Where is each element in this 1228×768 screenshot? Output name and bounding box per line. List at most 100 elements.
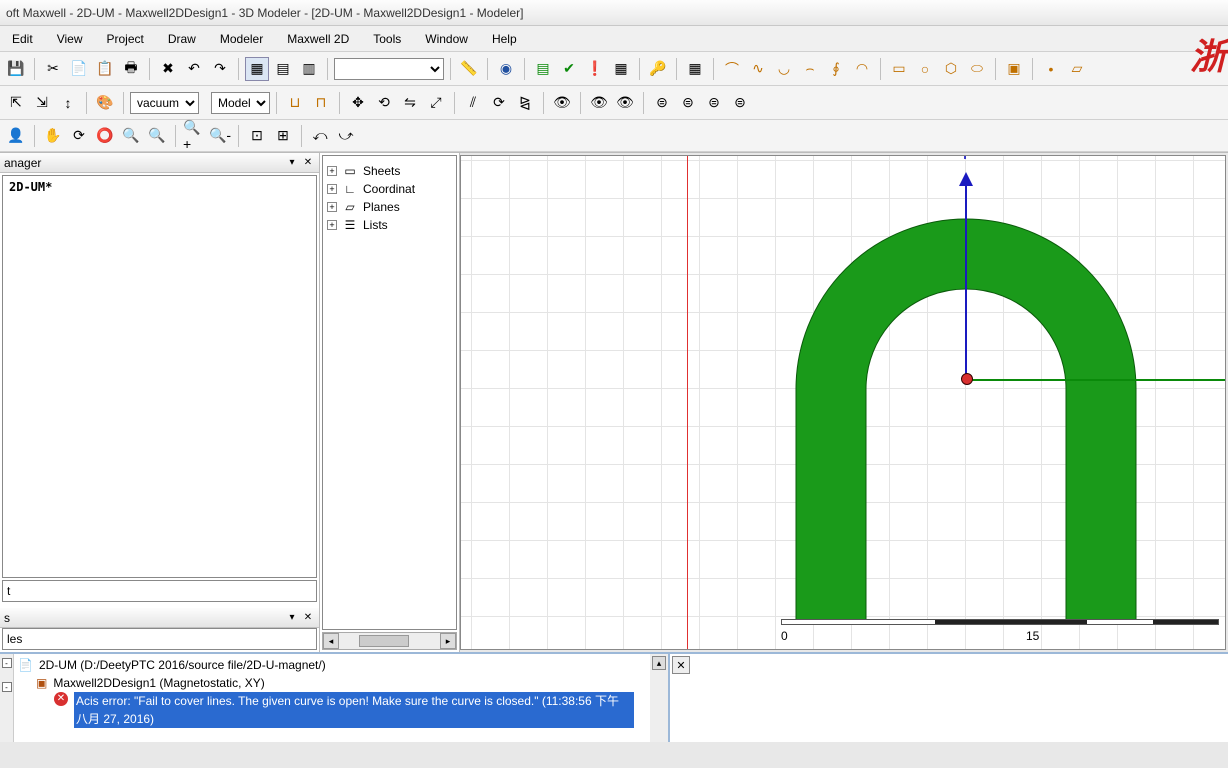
box-button[interactable]: ▣ bbox=[1002, 57, 1026, 81]
delete-button[interactable]: ✖ bbox=[156, 57, 180, 81]
check-button[interactable]: ✔ bbox=[557, 57, 581, 81]
origin-point[interactable] bbox=[961, 373, 973, 385]
mirror-button[interactable]: ⇋ bbox=[398, 91, 422, 115]
dup-move-button[interactable]: ⫽ bbox=[461, 91, 485, 115]
zoom-ext-button[interactable]: 🔍 bbox=[145, 124, 169, 148]
unite-button[interactable]: ⊔ bbox=[283, 91, 307, 115]
view-eye1-button[interactable]: 👁 bbox=[587, 91, 611, 115]
polygon-button[interactable]: ⬡ bbox=[939, 57, 963, 81]
group-b1-button[interactable]: ⇱ bbox=[4, 91, 28, 115]
point-button[interactable]: • bbox=[1039, 57, 1063, 81]
move-button[interactable]: ✥ bbox=[346, 91, 370, 115]
tree-node-coordinate[interactable]: + ∟ Coordinat bbox=[327, 180, 452, 198]
next-view-button[interactable]: ⤻ bbox=[334, 124, 358, 148]
tree-node-lists[interactable]: + ☰ Lists bbox=[327, 216, 452, 234]
expand-icon[interactable]: + bbox=[327, 202, 337, 212]
panel-close-icon[interactable]: ✕ bbox=[301, 611, 315, 625]
arc4-button[interactable]: ⌢ bbox=[798, 57, 822, 81]
menu-edit[interactable]: Edit bbox=[0, 28, 45, 50]
expand-icon[interactable]: + bbox=[327, 166, 337, 176]
scroll-thumb[interactable] bbox=[359, 635, 409, 647]
save-button[interactable]: 💾 bbox=[4, 57, 28, 81]
project-tab[interactable]: t bbox=[2, 580, 317, 602]
toggle-1-button[interactable]: ▦ bbox=[245, 57, 269, 81]
ellipse-button[interactable]: ⬭ bbox=[965, 57, 989, 81]
group-b2-button[interactable]: ⇲ bbox=[30, 91, 54, 115]
undo-button[interactable]: ↶ bbox=[182, 57, 206, 81]
model-tree-scrollbar[interactable]: ◂ ▸ bbox=[322, 632, 457, 650]
group-b3-button[interactable]: ↕ bbox=[56, 91, 80, 115]
collapse-icon[interactable]: - bbox=[2, 658, 12, 668]
rect-button[interactable]: ▭ bbox=[887, 57, 911, 81]
zoom-button[interactable]: 🔍 bbox=[119, 124, 143, 148]
view-eye2-button[interactable]: 👁 bbox=[613, 91, 637, 115]
toggle-2-button[interactable]: ▤ bbox=[271, 57, 295, 81]
menu-window[interactable]: Window bbox=[413, 28, 480, 50]
rotate-button[interactable]: ⟲ bbox=[372, 91, 396, 115]
shade1-button[interactable]: ⊜ bbox=[650, 91, 674, 115]
fit-sel-button[interactable]: ⊞ bbox=[271, 124, 295, 148]
model-tree[interactable]: + ▭ Sheets + ∟ Coordinat + ▱ Planes + ☰ … bbox=[322, 155, 457, 630]
panel-dropdown-icon[interactable]: ▾ bbox=[285, 611, 299, 625]
arc2-button[interactable]: ∿ bbox=[746, 57, 770, 81]
paste-button[interactable]: 📋 bbox=[93, 57, 117, 81]
menu-view[interactable]: View bbox=[45, 28, 95, 50]
expand-icon[interactable]: + bbox=[327, 184, 337, 194]
dup-mirror-button[interactable]: ⧎ bbox=[513, 91, 537, 115]
tree-node-sheets[interactable]: + ▭ Sheets bbox=[327, 162, 452, 180]
shade2-button[interactable]: ⊜ bbox=[676, 91, 700, 115]
model-dropdown[interactable]: Model bbox=[211, 92, 270, 114]
print-button[interactable]: 🖶 bbox=[119, 57, 143, 81]
redo-button[interactable]: ↷ bbox=[208, 57, 232, 81]
plane-button[interactable]: ▱ bbox=[1065, 57, 1089, 81]
blank-dropdown[interactable] bbox=[334, 58, 444, 80]
arc5-button[interactable]: ∮ bbox=[824, 57, 848, 81]
message-body[interactable]: 📄 2D-UM (D:/DeetyPTC 2016/source file/2D… bbox=[14, 654, 650, 742]
arc1-button[interactable]: ⌒ bbox=[720, 57, 744, 81]
collapse-icon[interactable]: - bbox=[2, 682, 12, 692]
analyze-button[interactable]: ❗ bbox=[583, 57, 607, 81]
boundary-button[interactable]: 👤 bbox=[4, 124, 28, 148]
close-icon[interactable]: ✕ bbox=[672, 656, 690, 674]
orbit-button[interactable]: ⭕ bbox=[93, 124, 117, 148]
menu-tools[interactable]: Tools bbox=[361, 28, 413, 50]
validate-button[interactable]: ▤ bbox=[531, 57, 555, 81]
solve-button[interactable]: 🔑 bbox=[646, 57, 670, 81]
tree-node-planes[interactable]: + ▱ Planes bbox=[327, 198, 452, 216]
measure-button[interactable]: 📏 bbox=[457, 57, 481, 81]
render-button[interactable]: 🎨 bbox=[93, 91, 117, 115]
menu-project[interactable]: Project bbox=[94, 28, 155, 50]
results-button[interactable]: ▦ bbox=[609, 57, 633, 81]
menu-help[interactable]: Help bbox=[480, 28, 529, 50]
subtract-button[interactable]: ⊓ bbox=[309, 91, 333, 115]
arc3-button[interactable]: ◡ bbox=[772, 57, 796, 81]
expand-icon[interactable]: + bbox=[327, 220, 337, 230]
modeler-canvas[interactable]: Y 0 15 bbox=[460, 155, 1226, 650]
material-dropdown[interactable]: vacuum bbox=[130, 92, 199, 114]
project-tree[interactable]: 2D-UM* bbox=[2, 175, 317, 578]
eye-button[interactable]: 👁 bbox=[550, 91, 574, 115]
optimetrics-button[interactable]: ◉ bbox=[494, 57, 518, 81]
dup-rotate-button[interactable]: ⟳ bbox=[487, 91, 511, 115]
scroll-up-icon[interactable]: ▴ bbox=[652, 656, 666, 670]
scroll-left-icon[interactable]: ◂ bbox=[323, 633, 339, 649]
fit-button[interactable]: ⊡ bbox=[245, 124, 269, 148]
shade4-button[interactable]: ⊜ bbox=[728, 91, 752, 115]
menu-modeler[interactable]: Modeler bbox=[208, 28, 275, 50]
rotate-view-button[interactable]: ⟳ bbox=[67, 124, 91, 148]
project-tree-item[interactable]: 2D-UM* bbox=[3, 176, 316, 198]
zoom-out-button[interactable]: 🔍- bbox=[208, 124, 232, 148]
shade3-button[interactable]: ⊜ bbox=[702, 91, 726, 115]
toggle-3-button[interactable]: ▥ bbox=[297, 57, 321, 81]
error-message[interactable]: Acis error: "Fail to cover lines. The gi… bbox=[74, 692, 634, 728]
properties-tab[interactable]: les bbox=[2, 628, 317, 650]
menu-maxwell2d[interactable]: Maxwell 2D bbox=[275, 28, 361, 50]
cut-button[interactable]: ✂ bbox=[41, 57, 65, 81]
fields-button[interactable]: ▦ bbox=[683, 57, 707, 81]
scroll-right-icon[interactable]: ▸ bbox=[440, 633, 456, 649]
arc6-button[interactable]: ◠ bbox=[850, 57, 874, 81]
offset-button[interactable]: ⤢ bbox=[424, 91, 448, 115]
panel-dropdown-icon[interactable]: ▾ bbox=[285, 156, 299, 170]
menu-draw[interactable]: Draw bbox=[156, 28, 208, 50]
copy-button[interactable]: 📄 bbox=[67, 57, 91, 81]
